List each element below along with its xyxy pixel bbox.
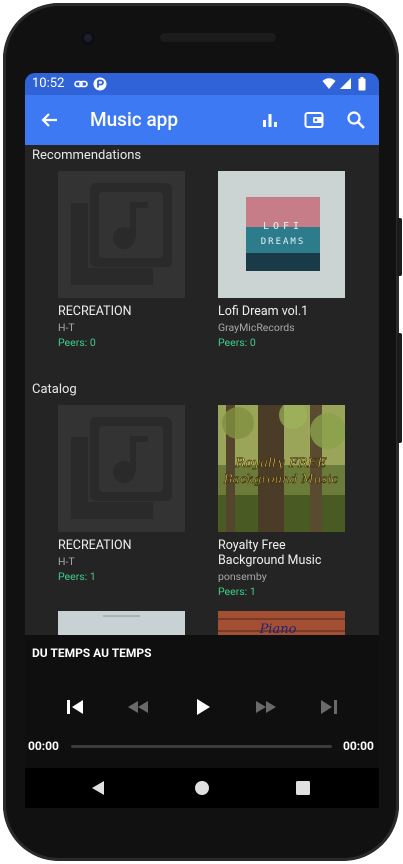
nav-home-icon[interactable] [194,780,210,796]
elapsed-time: 00:00 [28,739,59,753]
album-artist: H-T [58,555,75,568]
album-title: RECREATION [58,538,132,553]
now-playing-title: DU TEMPS AU TEMPS [32,646,152,660]
cover-text: Royalty FREE [234,456,327,471]
page-title: Music app [90,108,179,131]
earpiece-speaker [160,33,276,42]
play-icon[interactable] [191,697,215,717]
album-peers: Peers: 0 [218,336,256,349]
album-title: RECREATION [58,304,132,319]
phone-frame: 10:52 Music app Recommendations RECREATI… [3,3,402,861]
album-card[interactable]: RECREATION H-T Peers: 0 [58,171,186,349]
light-cover [58,611,185,635]
skip-next-icon[interactable] [317,697,341,717]
equalizer-icon[interactable] [259,109,281,131]
seek-bar[interactable] [71,745,332,748]
back-arrow-icon[interactable] [39,109,61,131]
album-peers: Peers: 0 [58,336,96,349]
piano-brick-cover: Piano [218,611,345,635]
search-icon[interactable] [345,109,367,131]
section-title-recommendations: Recommendations [32,148,142,163]
skip-previous-icon[interactable] [63,697,87,717]
album-art-placeholder [58,171,185,298]
placeholder-music-icon [58,171,185,298]
status-bar: 10:52 [25,73,379,95]
forest-cover: Royalty FREE Background Music [218,405,345,532]
album-title: Lofi Dream vol.1 [218,304,309,319]
album-artist: GrayMicRecords [218,321,295,334]
album-art-forest: Royalty FREE Background Music [218,405,345,532]
nav-back-icon[interactable] [91,780,105,796]
app-notification-icon [93,77,107,91]
album-card[interactable]: Royalty FREE Background Music Royalty Fr… [218,405,346,598]
now-playing-panel: DU TEMPS AU TEMPS 00:00 00:00 [25,635,379,768]
cellular-signal-icon [340,78,351,89]
placeholder-music-icon [58,405,185,532]
link-icon [74,80,88,88]
system-nav-bar [25,768,379,808]
front-camera [81,31,95,45]
album-artist: ponsemby [218,570,267,583]
album-art-placeholder [58,405,185,532]
album-card[interactable]: RECREATION H-T Peers: 1 [58,405,186,583]
power-button [397,218,402,276]
fast-forward-icon[interactable] [254,697,278,717]
wallet-icon[interactable] [303,109,325,131]
lofi-dreams-cover: LOFI DREAMS [218,171,345,298]
content-list[interactable]: Recommendations RECREATION H-T Peers: 0 … [25,145,379,635]
album-title: Royalty Free Background Music [218,538,322,568]
album-art-piano: Piano [218,611,345,635]
nav-recents-icon[interactable] [296,781,310,795]
cover-text: DREAMS [261,237,306,247]
volume-button [397,333,402,443]
battery-icon [358,77,366,91]
cover-text: Piano [259,622,297,635]
album-art-lofi-dreams: LOFI DREAMS [218,171,345,298]
screen: 10:52 Music app Recommendations RECREATI… [25,73,379,808]
album-peers: Peers: 1 [218,585,256,598]
cover-text: LOFI [263,221,303,232]
album-card[interactable]: Piano [218,611,346,635]
cover-text: Background Music [223,472,339,486]
total-duration: 00:00 [343,739,374,753]
album-card[interactable] [58,611,186,635]
album-art-light [58,611,185,635]
wifi-icon [322,78,336,89]
rewind-icon[interactable] [126,697,150,717]
section-title-catalog: Catalog [32,382,77,397]
album-artist: H-T [58,321,75,334]
app-bar: Music app [25,95,379,145]
status-time: 10:52 [32,76,65,91]
album-peers: Peers: 1 [58,570,96,583]
album-card[interactable]: LOFI DREAMS Lofi Dream vol.1 GrayMicReco… [218,171,346,349]
